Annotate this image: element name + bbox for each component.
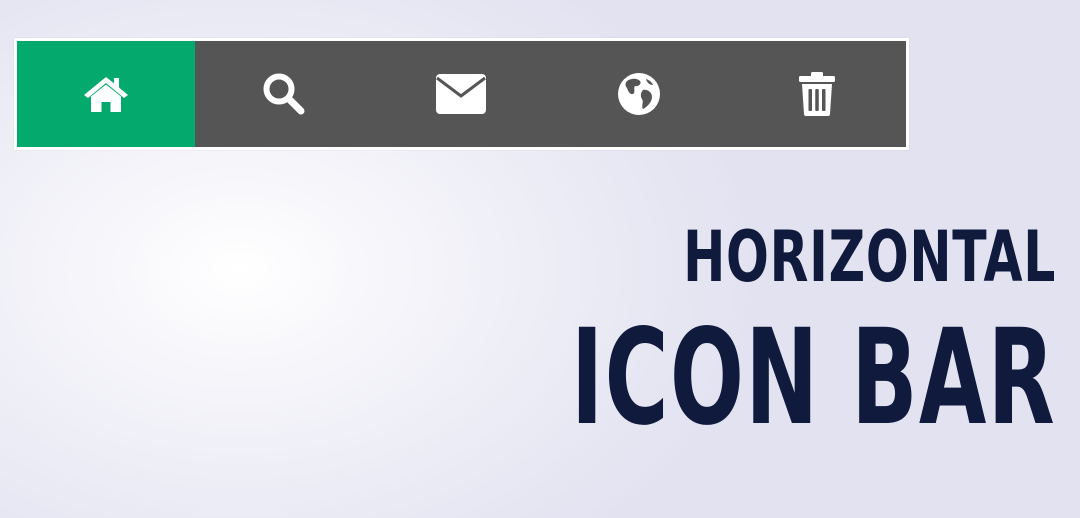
headline: HORIZONTAL ICON BAR [321, 222, 1056, 444]
envelope-icon [435, 73, 487, 115]
globe-button[interactable] [550, 41, 728, 147]
mail-button[interactable] [373, 41, 551, 147]
home-button[interactable] [17, 41, 195, 147]
globe-icon [616, 71, 662, 117]
trash-icon [797, 71, 837, 117]
search-button[interactable] [195, 41, 373, 147]
home-icon [83, 74, 129, 114]
delete-button[interactable] [728, 41, 906, 147]
headline-line-2: ICON BAR [570, 301, 1056, 455]
search-icon [261, 71, 307, 117]
icon-bar [14, 38, 909, 150]
headline-line-1: HORIZONTAL [683, 216, 1056, 298]
